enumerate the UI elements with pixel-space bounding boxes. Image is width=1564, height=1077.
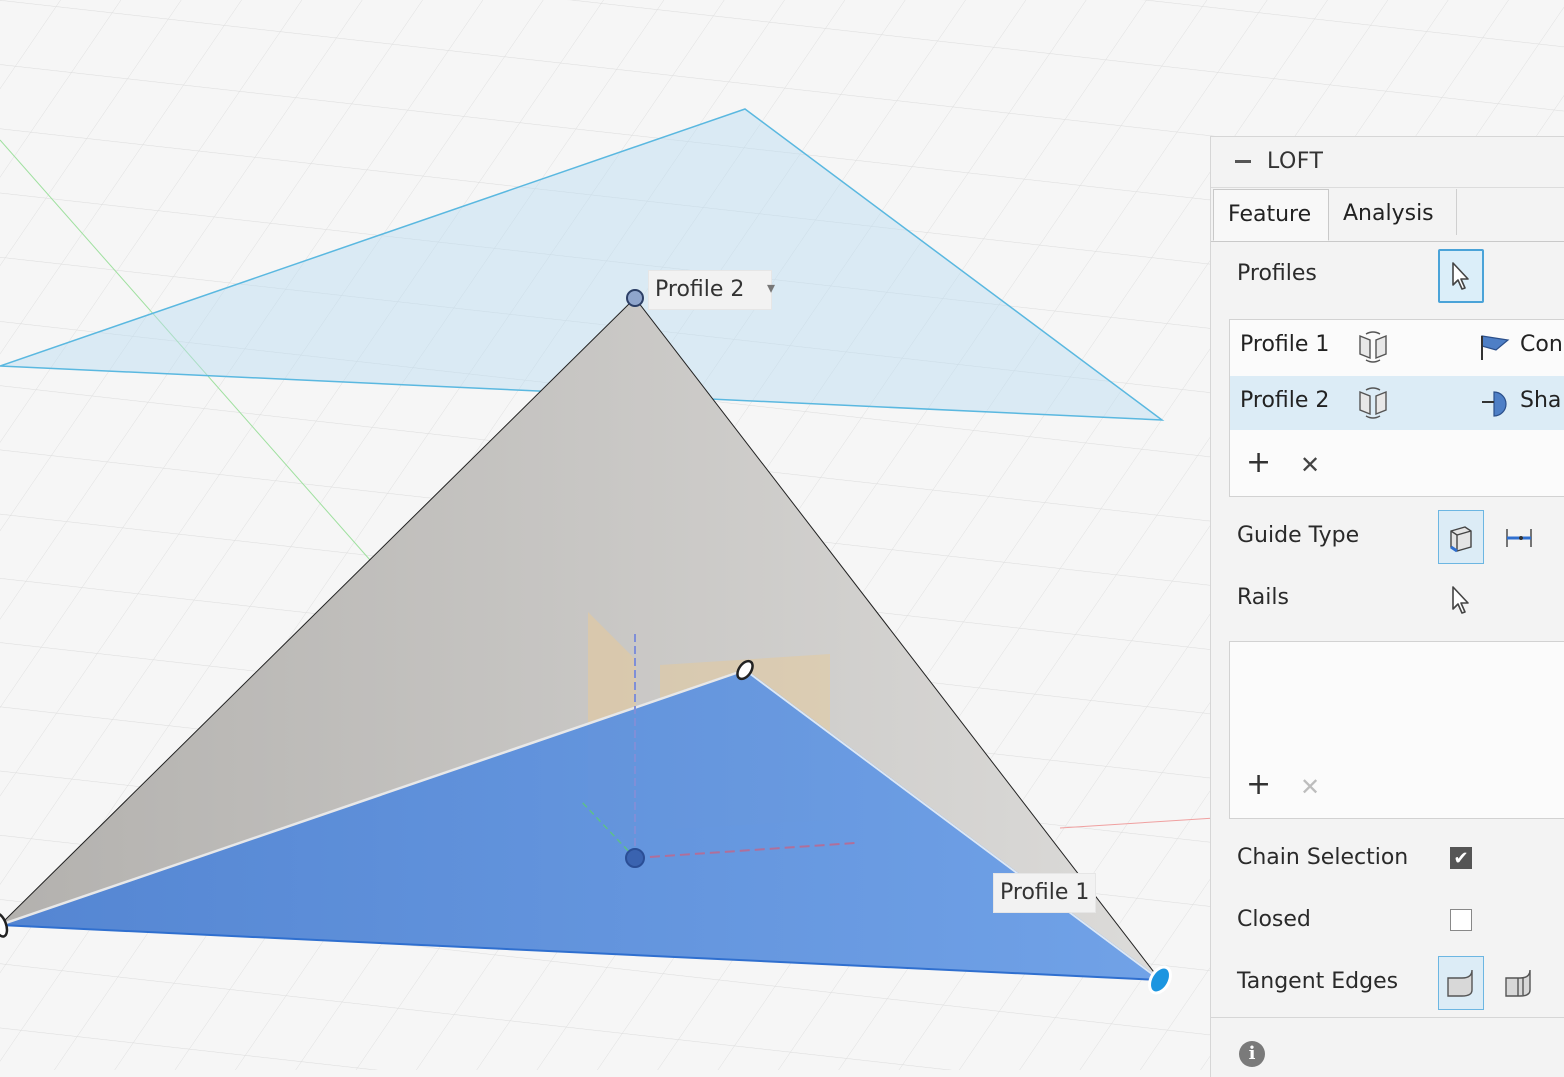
add-rail-button[interactable]: + [1246, 770, 1271, 800]
collapse-icon[interactable] [1235, 160, 1251, 163]
guide-type-centerline-button[interactable] [1496, 510, 1542, 564]
dropdown-arrow-icon[interactable]: ▾ [767, 275, 775, 301]
chain-selection-checkbox[interactable]: ✔ [1450, 847, 1472, 869]
list-item[interactable]: Profile 2 Sha [1230, 376, 1564, 430]
tab-feature-label: Feature [1228, 202, 1312, 227]
profile-2-label-text: Profile 2 [655, 277, 745, 302]
panel-footer-divider [1211, 1017, 1564, 1018]
profile-1-label-text: Profile 1 [1000, 880, 1090, 905]
tangent-edges-merge-button[interactable] [1438, 956, 1484, 1010]
sharp-condition-icon[interactable] [1478, 386, 1512, 420]
profile-1-condition: Con [1520, 332, 1563, 357]
rails-select-button[interactable] [1438, 573, 1484, 627]
guide-type-label: Guide Type [1237, 523, 1360, 548]
profiles-list: Profile 1 Con Profile 2 Sha + ✕ [1229, 319, 1564, 497]
remove-rail-button[interactable]: ✕ [1300, 772, 1320, 802]
panel-header: LOFT [1211, 137, 1564, 188]
rails-guide-icon [1450, 526, 1472, 553]
profiles-label: Profiles [1237, 261, 1317, 286]
tab-analysis-label: Analysis [1343, 201, 1434, 226]
merge-tangent-edges-icon [1447, 969, 1473, 997]
profile-2-name: Profile 2 [1240, 388, 1330, 413]
profile-2-condition: Sha [1520, 388, 1562, 413]
tangent-edges-label: Tangent Edges [1237, 969, 1399, 994]
tab-feature[interactable]: Feature [1213, 189, 1329, 241]
flip-direction-icon[interactable] [1356, 386, 1390, 420]
profiles-select-button[interactable] [1438, 249, 1484, 303]
connected-condition-icon[interactable] [1478, 330, 1512, 364]
chain-selection-label: Chain Selection [1237, 845, 1409, 870]
closed-label: Closed [1237, 907, 1311, 932]
cursor-arrow-icon [1452, 586, 1469, 614]
profile-2-label[interactable]: Profile 2 ▾ [648, 270, 775, 310]
origin-point[interactable] [625, 848, 645, 868]
tab-analysis[interactable]: Analysis [1329, 189, 1483, 241]
flip-direction-icon[interactable] [1356, 330, 1390, 364]
profile-1-name: Profile 1 [1240, 332, 1330, 357]
keep-tangent-edges-icon [1505, 969, 1531, 997]
tab-separator [1456, 189, 1457, 235]
closed-checkbox[interactable] [1450, 909, 1472, 931]
rails-label: Rails [1237, 585, 1289, 610]
cursor-arrow-icon [1452, 262, 1469, 290]
guide-type-rails-button[interactable] [1438, 510, 1484, 564]
loft-panel: LOFT Feature Analysis Profiles Profile 1… [1210, 136, 1564, 1077]
info-icon[interactable]: i [1239, 1041, 1265, 1067]
centerline-guide-icon [1506, 529, 1532, 547]
tab-bar: Feature Analysis [1211, 189, 1564, 242]
profile-1-label[interactable]: Profile 1 [993, 873, 1097, 913]
list-item[interactable]: Profile 1 Con [1230, 320, 1564, 374]
remove-profile-button[interactable]: ✕ [1300, 450, 1320, 480]
profile-2-point-handle[interactable] [626, 289, 644, 307]
add-profile-button[interactable]: + [1246, 448, 1271, 478]
panel-title: LOFT [1267, 149, 1324, 174]
rails-list: + ✕ [1229, 641, 1564, 819]
tangent-edges-keep-button[interactable] [1496, 956, 1542, 1010]
